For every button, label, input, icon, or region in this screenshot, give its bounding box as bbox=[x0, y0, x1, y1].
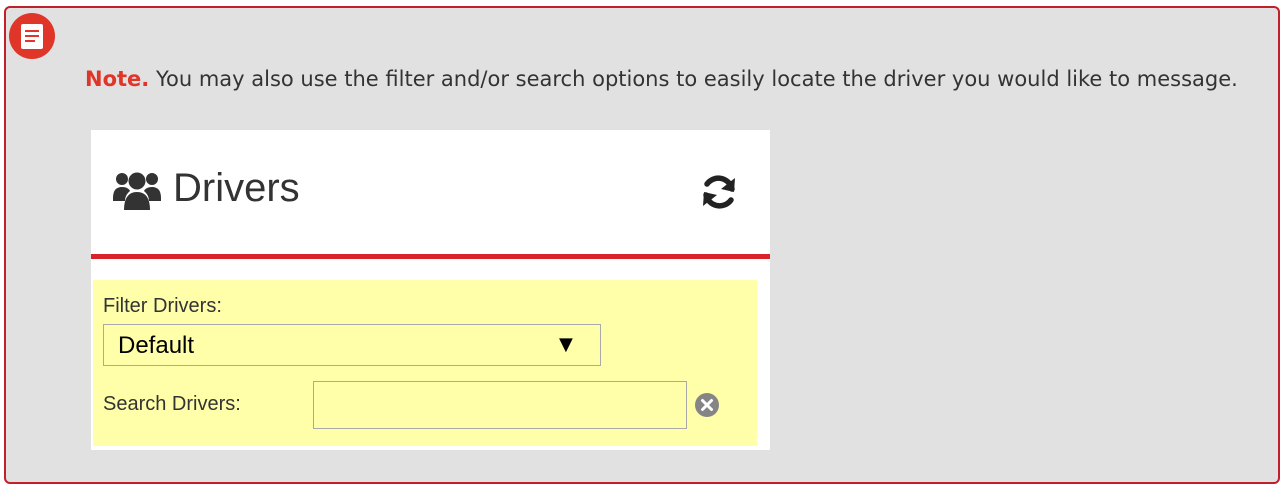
filter-panel: Filter Drivers: Default ▼ Search Drivers… bbox=[93, 280, 757, 446]
users-icon bbox=[113, 172, 161, 210]
clear-icon[interactable] bbox=[695, 393, 719, 417]
note-box: Note. You may also use the filter and/or… bbox=[4, 6, 1280, 484]
search-drivers-input[interactable] bbox=[313, 381, 687, 429]
drivers-header: Drivers bbox=[91, 130, 770, 254]
note-icon bbox=[9, 13, 55, 59]
note-body: You may also use the filter and/or searc… bbox=[149, 67, 1238, 91]
filter-drivers-label: Filter Drivers: bbox=[103, 295, 222, 317]
header-divider bbox=[91, 254, 770, 259]
note-label: Note. bbox=[85, 67, 150, 91]
search-drivers-label: Search Drivers: bbox=[103, 393, 241, 415]
drivers-panel-screenshot: Drivers Filter Drivers: Default ▼ Search… bbox=[91, 130, 770, 450]
dropdown-arrow-icon: ▼ bbox=[559, 334, 573, 355]
note-text: Note. You may also use the filter and/or… bbox=[85, 64, 1265, 94]
refresh-icon[interactable] bbox=[699, 172, 739, 212]
filter-drivers-select[interactable]: Default ▼ bbox=[103, 324, 601, 366]
drivers-title: Drivers bbox=[173, 166, 300, 210]
filter-selected-value: Default bbox=[118, 332, 195, 359]
